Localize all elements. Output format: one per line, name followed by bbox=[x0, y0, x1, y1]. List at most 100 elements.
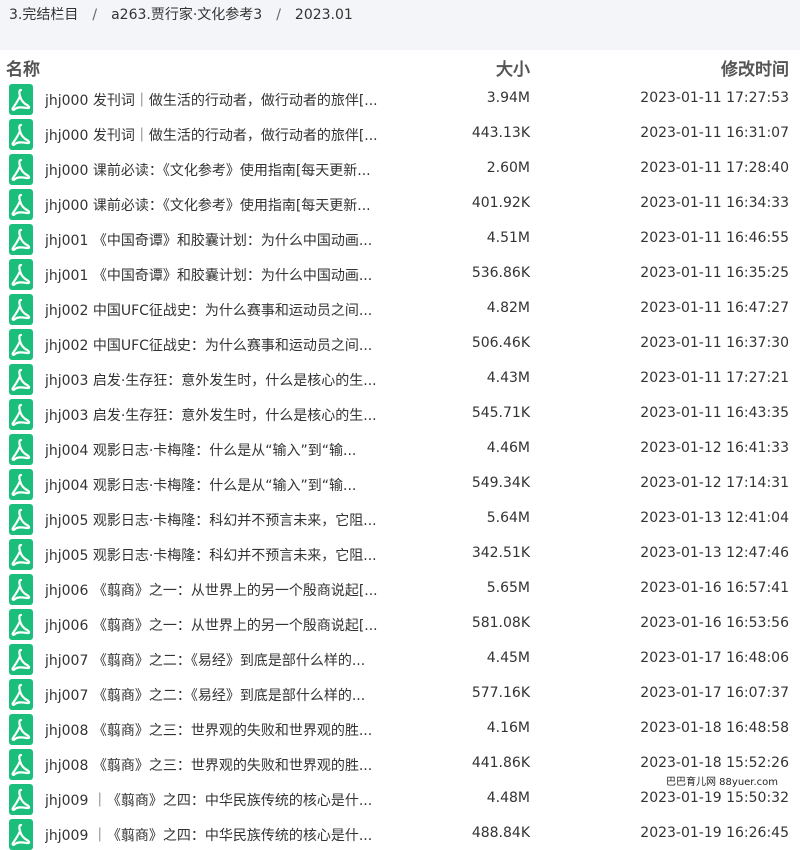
file-size: 4.82M bbox=[486, 300, 530, 316]
file-row[interactable]: jhj004 观影日志·卡梅隆：什么是从“输入”到“输... 4.46M 202… bbox=[0, 432, 800, 467]
file-row[interactable]: jhj000 发刊词｜做生活的行动者，做行动者的旅伴[... 3.94M 202… bbox=[0, 82, 800, 117]
file-size: 342.51K bbox=[471, 545, 530, 561]
file-row[interactable]: jhj001 《中国奇谭》和胶囊计划：为什么中国动画... 536.86K 20… bbox=[0, 257, 800, 292]
breadcrumb-item[interactable]: a263.贾行家·文化参考3 bbox=[111, 7, 262, 23]
file-size: 545.71K bbox=[471, 405, 530, 421]
file-modified-time: 2023-01-12 16:41:33 bbox=[640, 440, 789, 456]
column-header-name[interactable]: 名称 bbox=[6, 55, 40, 80]
breadcrumb: 3.完结栏目 / a263.贾行家·文化参考3 / 2023.01 bbox=[9, 4, 353, 24]
file-size: 488.84K bbox=[471, 825, 530, 841]
file-modified-time: 2023-01-11 17:28:40 bbox=[640, 160, 789, 176]
file-size: 4.48M bbox=[486, 790, 530, 806]
file-modified-time: 2023-01-18 15:52:26 bbox=[640, 755, 789, 771]
file-name: jhj000 课前必读：《文化参考》使用指南[每天更新... bbox=[45, 163, 371, 179]
breadcrumb-item-current[interactable]: 2023.01 bbox=[295, 7, 353, 23]
pdf-file-icon bbox=[9, 329, 33, 360]
file-modified-time: 2023-01-19 16:26:45 bbox=[640, 825, 789, 841]
file-name: jhj007 《翦商》之二：《易经》到底是部什么样的... bbox=[45, 688, 366, 704]
file-size: 401.92K bbox=[471, 195, 530, 211]
pdf-file-icon bbox=[9, 364, 33, 395]
file-modified-time: 2023-01-16 16:57:41 bbox=[640, 580, 789, 596]
file-modified-time: 2023-01-11 17:27:53 bbox=[640, 90, 789, 106]
breadcrumb-separator: / bbox=[92, 7, 98, 23]
file-size: 4.51M bbox=[486, 230, 530, 246]
pdf-file-icon bbox=[9, 749, 33, 780]
pdf-file-icon bbox=[9, 469, 33, 500]
file-row[interactable]: jhj004 观影日志·卡梅隆：什么是从“输入”到“输... 549.34K 2… bbox=[0, 467, 800, 502]
file-row[interactable]: jhj003 启发·生存狂：意外发生时，什么是核心的生... 545.71K 2… bbox=[0, 397, 800, 432]
file-name: jhj009 ｜《翦商》之四：中华民族传统的核心是什... bbox=[45, 828, 373, 844]
file-modified-time: 2023-01-13 12:47:46 bbox=[640, 545, 789, 561]
file-name: jhj006 《翦商》之一：从世界上的另一个殷商说起[... bbox=[45, 618, 378, 634]
breadcrumb-bar: 3.完结栏目 / a263.贾行家·文化参考3 / 2023.01 bbox=[0, 0, 800, 50]
file-name: jhj009 ｜《翦商》之四：中华民族传统的核心是什... bbox=[45, 793, 373, 809]
file-name: jhj004 观影日志·卡梅隆：什么是从“输入”到“输... bbox=[45, 478, 357, 494]
file-size: 506.46K bbox=[471, 335, 530, 351]
file-size: 4.16M bbox=[486, 720, 530, 736]
file-row[interactable]: jhj008 《翦商》之三：世界观的失败和世界观的胜... 4.16M 2023… bbox=[0, 712, 800, 747]
pdf-file-icon bbox=[9, 819, 33, 850]
pdf-file-icon bbox=[9, 504, 33, 535]
file-modified-time: 2023-01-11 16:46:55 bbox=[640, 230, 789, 246]
file-list-header: 名称 大小 修改时间 bbox=[0, 52, 800, 82]
file-name: jhj008 《翦商》之三：世界观的失败和世界观的胜... bbox=[45, 723, 373, 739]
file-row[interactable]: jhj007 《翦商》之二：《易经》到底是部什么样的... 577.16K 20… bbox=[0, 677, 800, 712]
file-row[interactable]: jhj000 发刊词｜做生活的行动者，做行动者的旅伴[... 443.13K 2… bbox=[0, 117, 800, 152]
file-name: jhj000 发刊词｜做生活的行动者，做行动者的旅伴[... bbox=[45, 93, 378, 109]
file-modified-time: 2023-01-12 17:14:31 bbox=[640, 475, 789, 491]
file-name: jhj002 中国UFC征战史：为什么赛事和运动员之间... bbox=[45, 303, 373, 319]
file-modified-time: 2023-01-11 16:43:35 bbox=[640, 405, 789, 421]
pdf-file-icon bbox=[9, 259, 33, 290]
file-modified-time: 2023-01-17 16:07:37 bbox=[640, 685, 789, 701]
file-name: jhj004 观影日志·卡梅隆：什么是从“输入”到“输... bbox=[45, 443, 357, 459]
pdf-file-icon bbox=[9, 609, 33, 640]
file-size: 549.34K bbox=[471, 475, 530, 491]
file-row[interactable]: jhj009 ｜《翦商》之四：中华民族传统的核心是什... 488.84K 20… bbox=[0, 817, 800, 850]
file-row[interactable]: jhj001 《中国奇谭》和胶囊计划：为什么中国动画... 4.51M 2023… bbox=[0, 222, 800, 257]
file-modified-time: 2023-01-11 16:37:30 bbox=[640, 335, 789, 351]
file-size: 4.46M bbox=[486, 440, 530, 456]
file-size: 536.86K bbox=[471, 265, 530, 281]
file-row[interactable]: jhj005 观影日志·卡梅隆：科幻并不预言未来，它阻... 5.64M 202… bbox=[0, 502, 800, 537]
file-size: 5.64M bbox=[486, 510, 530, 526]
watermark: 巴巴育儿网 88yuer.com bbox=[664, 773, 781, 788]
file-row[interactable]: jhj005 观影日志·卡梅隆：科幻并不预言未来，它阻... 342.51K 2… bbox=[0, 537, 800, 572]
file-size: 4.43M bbox=[486, 370, 530, 386]
file-size: 5.65M bbox=[486, 580, 530, 596]
breadcrumb-item[interactable]: 3.完结栏目 bbox=[9, 7, 78, 23]
pdf-file-icon bbox=[9, 294, 33, 325]
file-name: jhj005 观影日志·卡梅隆：科幻并不预言未来，它阻... bbox=[45, 513, 377, 529]
file-name: jhj002 中国UFC征战史：为什么赛事和运动员之间... bbox=[45, 338, 373, 354]
file-modified-time: 2023-01-11 16:34:33 bbox=[640, 195, 789, 211]
file-size: 581.08K bbox=[471, 615, 530, 631]
file-size: 4.45M bbox=[486, 650, 530, 666]
file-row[interactable]: jhj006 《翦商》之一：从世界上的另一个殷商说起[... 581.08K 2… bbox=[0, 607, 800, 642]
file-row[interactable]: jhj000 课前必读：《文化参考》使用指南[每天更新... 2.60M 202… bbox=[0, 152, 800, 187]
file-modified-time: 2023-01-11 17:27:21 bbox=[640, 370, 789, 386]
file-row[interactable]: jhj002 中国UFC征战史：为什么赛事和运动员之间... 506.46K 2… bbox=[0, 327, 800, 362]
pdf-file-icon bbox=[9, 224, 33, 255]
column-header-modified[interactable]: 修改时间 bbox=[721, 55, 789, 80]
column-header-size[interactable]: 大小 bbox=[496, 55, 530, 80]
file-row[interactable]: jhj007 《翦商》之二：《易经》到底是部什么样的... 4.45M 2023… bbox=[0, 642, 800, 677]
file-list: jhj000 发刊词｜做生活的行动者，做行动者的旅伴[... 3.94M 202… bbox=[0, 82, 800, 850]
pdf-file-icon bbox=[9, 714, 33, 745]
file-size: 441.86K bbox=[471, 755, 530, 771]
pdf-file-icon bbox=[9, 784, 33, 815]
file-row[interactable]: jhj003 启发·生存狂：意外发生时，什么是核心的生... 4.43M 202… bbox=[0, 362, 800, 397]
file-name: jhj007 《翦商》之二：《易经》到底是部什么样的... bbox=[45, 653, 366, 669]
pdf-file-icon bbox=[9, 539, 33, 570]
file-row[interactable]: jhj006 《翦商》之一：从世界上的另一个殷商说起[... 5.65M 202… bbox=[0, 572, 800, 607]
file-name: jhj001 《中国奇谭》和胶囊计划：为什么中国动画... bbox=[45, 268, 373, 284]
pdf-file-icon bbox=[9, 399, 33, 430]
file-row[interactable]: jhj002 中国UFC征战史：为什么赛事和运动员之间... 4.82M 202… bbox=[0, 292, 800, 327]
file-row[interactable]: jhj000 课前必读：《文化参考》使用指南[每天更新... 401.92K 2… bbox=[0, 187, 800, 222]
file-name: jhj003 启发·生存狂：意外发生时，什么是核心的生... bbox=[45, 373, 377, 389]
file-modified-time: 2023-01-11 16:31:07 bbox=[640, 125, 789, 141]
file-name: jhj008 《翦商》之三：世界观的失败和世界观的胜... bbox=[45, 758, 373, 774]
pdf-file-icon bbox=[9, 574, 33, 605]
pdf-file-icon bbox=[9, 644, 33, 675]
file-modified-time: 2023-01-19 15:50:32 bbox=[640, 790, 789, 806]
file-modified-time: 2023-01-13 12:41:04 bbox=[640, 510, 789, 526]
file-size: 577.16K bbox=[471, 685, 530, 701]
